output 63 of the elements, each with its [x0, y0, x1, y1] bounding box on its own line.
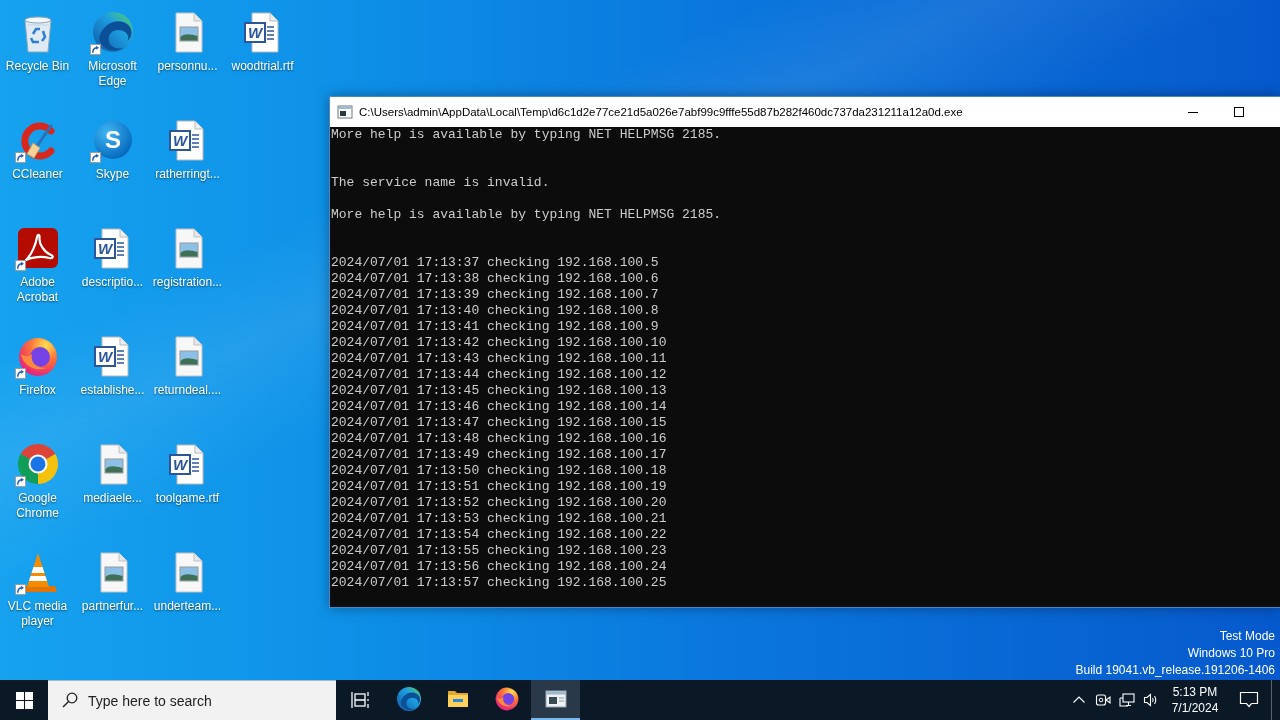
- console-line: More help is available by typing NET HELPMSG 2185.: [331, 127, 722, 143]
- console-window-icon: [543, 687, 568, 711]
- console-line: The service name is invalid.: [331, 175, 550, 191]
- console-line: 2024/07/01 17:13:47 checking 192.168.100.15: [331, 415, 667, 431]
- desktop-icon-label[interactable]: descriptio...: [81, 275, 144, 290]
- edge-logo-icon: [396, 687, 421, 711]
- speech-bubble-icon: [1239, 691, 1259, 709]
- search-field[interactable]: Type here to search: [48, 680, 336, 720]
- console-line: 2024/07/01 17:13:41 checking 192.168.100.9: [331, 319, 659, 335]
- console-line: 2024/07/01 17:13:56 checking 192.168.100.24: [331, 559, 667, 575]
- windows-edition-text: Windows 10 Pro: [1187, 645, 1275, 662]
- console-line: 2024/07/01 17:13:43 checking 192.168.100.11: [331, 351, 667, 367]
- console-line: More help is available by typing NET HELPMSG 2185.: [331, 207, 722, 223]
- firefox-logo-icon: [494, 687, 519, 711]
- desktop-icon-label[interactable]: registration...: [152, 275, 223, 290]
- desktop-icon-label[interactable]: VLC media player: [0, 599, 75, 629]
- clock-date[interactable]: 7/1/2024: [1171, 700, 1219, 716]
- desktop-icon-label[interactable]: ratherringt...: [155, 167, 220, 182]
- desktop-icon-label[interactable]: Skype: [95, 167, 130, 182]
- console-line: 2024/07/01 17:13:42 checking 192.168.100.10: [331, 335, 667, 351]
- window-title: C:\Users\admin\AppData\Local\Temp\d6c1d2e77ce21d5a026e7abf99c9fffe55d87b282f460dc737da231211a12a0d.exe: [359, 105, 963, 120]
- console-line: 2024/07/01 17:13:46 checking 192.168.100.14: [331, 399, 667, 415]
- console-line: 2024/07/01 17:13:54 checking 192.168.100.22: [331, 527, 667, 543]
- search-icon: [62, 692, 78, 708]
- console-line: 2024/07/01 17:13:49 checking 192.168.100.17: [331, 447, 667, 463]
- speaker-icon: [1143, 692, 1159, 708]
- desktop-icon-label[interactable]: Microsoft Edge: [75, 59, 150, 89]
- desktop-icon-label[interactable]: toolgame.rtf: [155, 491, 220, 506]
- console-window-icon: [337, 104, 353, 120]
- console-line: 2024/07/01 17:13:45 checking 192.168.100.13: [331, 383, 667, 399]
- desktop-icon-label[interactable]: Google Chrome: [0, 491, 75, 521]
- console-line: 2024/07/01 17:13:37 checking 192.168.100.5: [331, 255, 659, 271]
- desktop-icon-label[interactable]: Recycle Bin: [5, 59, 70, 74]
- desktop-icon-label[interactable]: CCleaner: [12, 167, 63, 182]
- console-line: 2024/07/01 17:13:57 checking 192.168.100.25: [331, 575, 667, 591]
- console-line: 2024/07/01 17:13:55 checking 192.168.100.23: [331, 543, 667, 559]
- desktop-icon-label[interactable]: partnerfur...: [81, 599, 144, 614]
- console-line: 2024/07/01 17:13:38 checking 192.168.100.6: [331, 271, 659, 287]
- windows-logo-icon: [15, 691, 33, 709]
- build-number-text: Build 19041.vb_release.191206-1406: [1075, 662, 1275, 679]
- desktop-icon-label[interactable]: establishe...: [80, 383, 145, 398]
- desktop-icon-label[interactable]: returndeal....: [153, 383, 222, 398]
- maximize-icon: [1234, 107, 1244, 117]
- desktop-icon-label[interactable]: mediaele...: [83, 491, 142, 506]
- clock-time[interactable]: 5:13 PM: [1172, 684, 1218, 700]
- console-line: 2024/07/01 17:13:52 checking 192.168.100.20: [331, 495, 667, 511]
- console-line: 2024/07/01 17:13:39 checking 192.168.100.7: [331, 287, 659, 303]
- console-line: 2024/07/01 17:13:44 checking 192.168.100.12: [331, 367, 667, 383]
- task-view-icon: [350, 690, 370, 710]
- console-line: 2024/07/01 17:13:40 checking 192.168.100.8: [331, 303, 659, 319]
- desktop-icon-label[interactable]: Firefox: [19, 383, 56, 398]
- desktop-icon-label[interactable]: woodtrial.rtf: [231, 59, 294, 74]
- console-line: 2024/07/01 17:13:48 checking 192.168.100.16: [331, 431, 667, 447]
- desktop-icon-label[interactable]: underteam...: [153, 599, 222, 614]
- console-line: 2024/07/01 17:13:50 checking 192.168.100.18: [331, 463, 667, 479]
- desktop-icon-label[interactable]: personnu...: [157, 59, 218, 74]
- taskbar-button[interactable]: [531, 680, 580, 720]
- test-mode-text: Test Mode: [1219, 628, 1275, 645]
- camera-icon: [1095, 692, 1111, 708]
- network-icon: [1119, 692, 1135, 708]
- console-line: 2024/07/01 17:13:51 checking 192.168.100.19: [331, 479, 667, 495]
- console-line: 2024/07/01 17:13:53 checking 192.168.100.21: [331, 511, 667, 527]
- desktop-icon-label[interactable]: Adobe Acrobat: [0, 275, 75, 305]
